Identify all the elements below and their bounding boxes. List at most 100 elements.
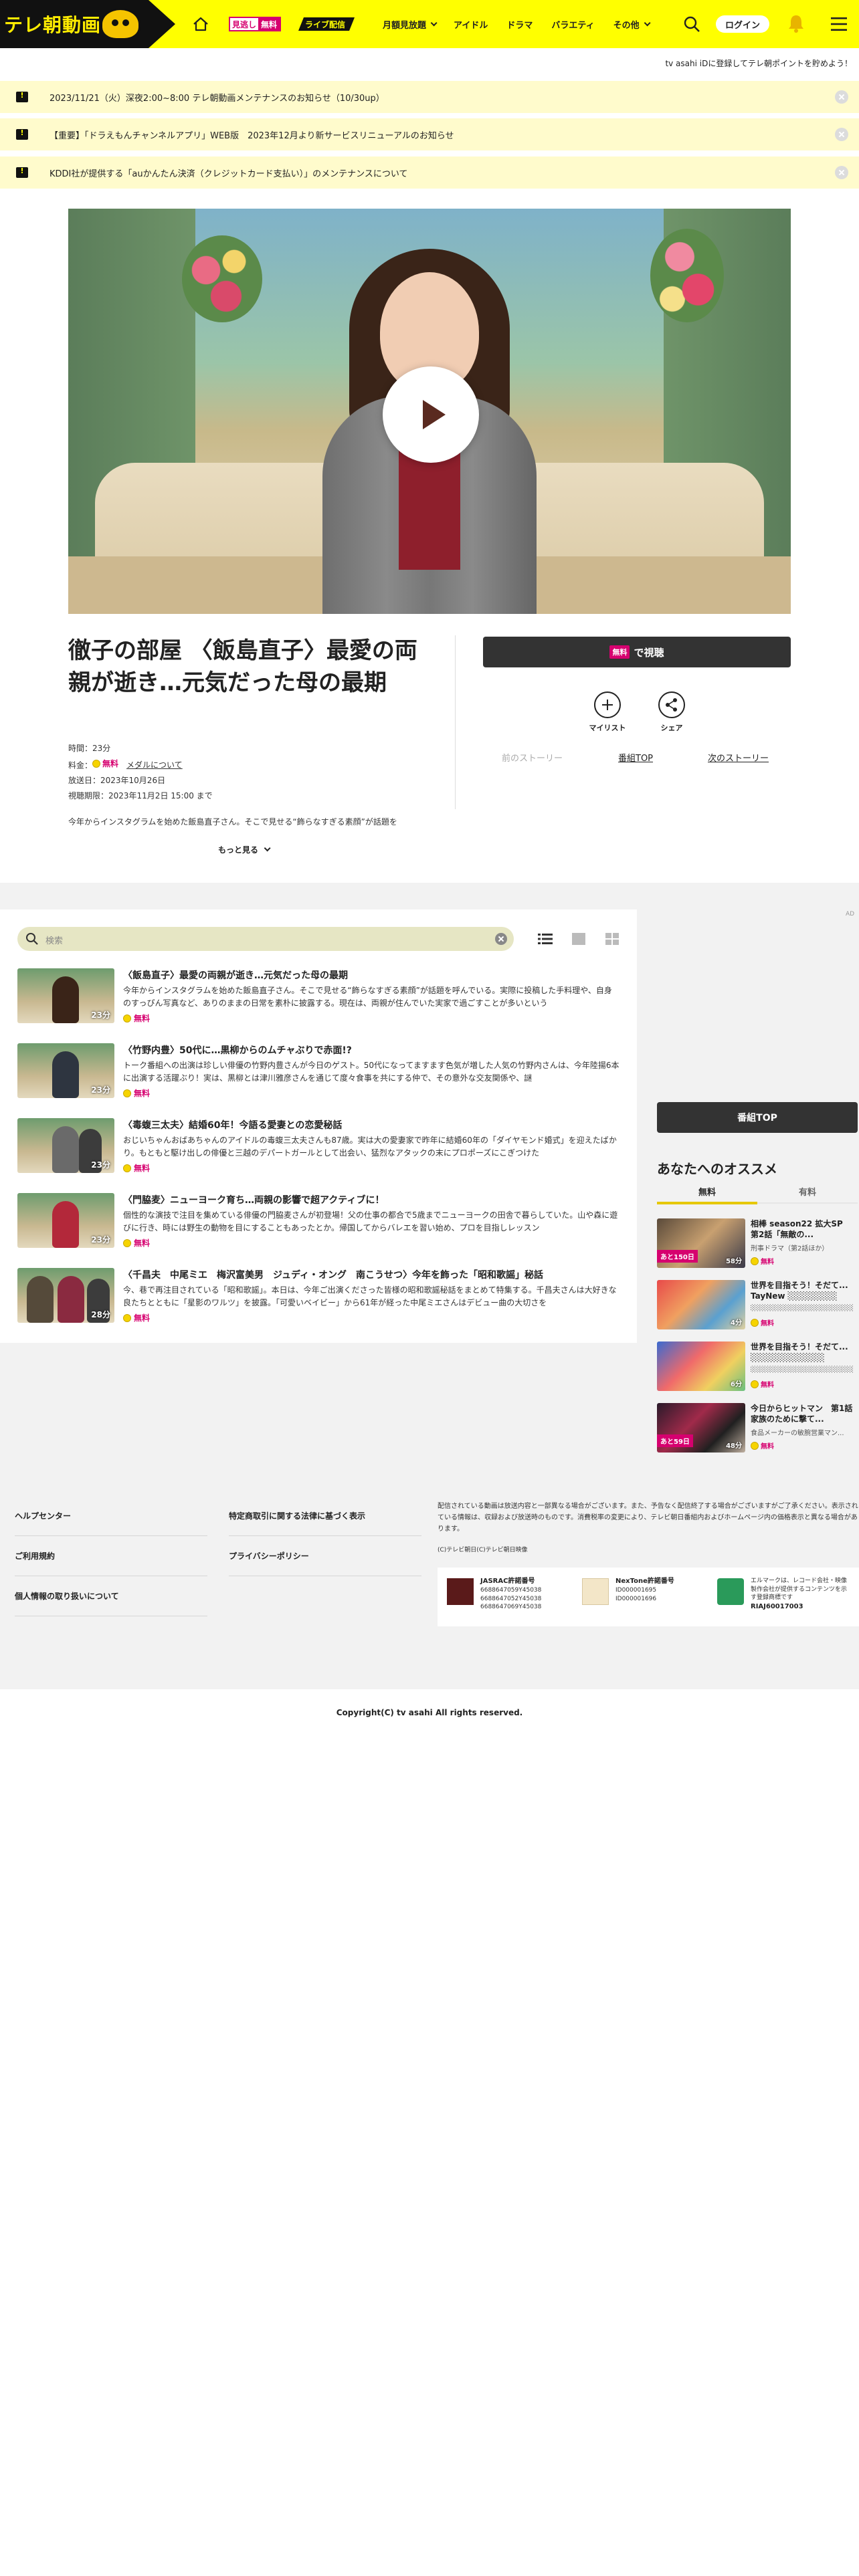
recommend-subtitle: ░░░░░░░░░░░░░░░░░░░░ bbox=[751, 1304, 854, 1311]
grid-view-icon[interactable] bbox=[605, 932, 619, 946]
free-badge: 無料 bbox=[123, 1087, 150, 1099]
nav-item-subscription[interactable]: 月額見放題 bbox=[383, 18, 438, 31]
next-story-link[interactable]: 次のストーリー bbox=[708, 751, 769, 764]
close-icon[interactable] bbox=[835, 128, 848, 141]
notice-text[interactable]: KDDI社が提供する「auかんたん決済（クレジットカード支払い）」のメンテナンス… bbox=[50, 167, 407, 179]
share-button[interactable]: シェア bbox=[652, 691, 692, 733]
recommend-subtitle: 刑事ドラマ（第2話ほか） bbox=[751, 1245, 829, 1253]
episode-list-title[interactable]: 〈竹野内豊〉50代に…黒柳からのムチャぶりで赤面!? bbox=[123, 1043, 352, 1057]
episode-list-item[interactable]: 23分 〈毒蝮三太夫〉結婚60年！今語る愛妻との恋愛秘話 おじいちゃんおばあちゃ… bbox=[17, 1118, 619, 1174]
footer-link-privacy-handling[interactable]: 個人情報の取り扱いについて bbox=[15, 1590, 119, 1602]
nav-item-drama[interactable]: ドラマ bbox=[506, 18, 533, 31]
thumbnail-figure bbox=[27, 1276, 54, 1323]
bell-icon[interactable] bbox=[787, 13, 805, 33]
mylist-button[interactable]: マイリスト bbox=[587, 691, 628, 733]
footer-link-privacy-policy[interactable]: プライバシーポリシー bbox=[229, 1550, 309, 1562]
license-nextone: NexTone許諾番号 ID000001695 ID000001696 bbox=[615, 1577, 674, 1603]
episode-thumbnail[interactable]: 28分 bbox=[17, 1268, 114, 1323]
main-nav: 月額見放題 アイドル ドラマ バラエティ その他 bbox=[383, 0, 651, 48]
episode-list-item[interactable]: 23分 〈門脇麦〉ニューヨーク育ち…両親の影響で超アクティブに！ 個性的な演技で… bbox=[17, 1193, 619, 1249]
notice-text[interactable]: 【重要】「ドラえもんチャンネルアプリ」WEB版 2023年12月より新サービスリ… bbox=[50, 128, 454, 141]
nav-item-other[interactable]: その他 bbox=[613, 18, 651, 31]
recommend-title[interactable]: 今日からヒットマン 第1話 家族のために撃て... bbox=[751, 1403, 858, 1426]
recommend-item[interactable]: 4分 世界を目指そう！そだて... TayNew ░░░░░░░░ ░░░░░░… bbox=[657, 1280, 858, 1331]
tab-paid[interactable]: 有料 bbox=[799, 1185, 816, 1198]
recommend-item[interactable]: 6分 世界を目指そう！そだて... ░░░░░░░░░░░░ ░░░░░░░░░… bbox=[657, 1341, 858, 1392]
recommend-item[interactable]: あと59日 48分 今日からヒットマン 第1話 家族のために撃て... 食品メーカ… bbox=[657, 1403, 858, 1454]
chevron-down-icon bbox=[644, 19, 651, 26]
share-label: シェア bbox=[660, 724, 683, 732]
episode-thumbnail[interactable]: 23分 bbox=[17, 1043, 114, 1098]
expire-date: 視聴期限：2023年11月2日 15:00 まで bbox=[68, 790, 213, 800]
episode-list-item[interactable]: 23分 〈竹野内豊〉50代に…黒柳からのムチャぶりで赤面!? トーク番組への出演… bbox=[17, 1043, 619, 1099]
program-top-link[interactable]: 番組TOP bbox=[618, 751, 653, 764]
catchup-label: 見逃し bbox=[232, 19, 257, 29]
episode-thumbnail[interactable]: 23分 bbox=[17, 1118, 114, 1173]
notice-bar[interactable]: KDDI社が提供する「auかんたん決済（クレジットカード支払い）」のメンテナンス… bbox=[0, 156, 859, 189]
notice-icon bbox=[16, 167, 28, 178]
free-label: 無料 bbox=[761, 1259, 774, 1266]
free-label: 無料 bbox=[134, 1089, 151, 1098]
jasrac-logo bbox=[447, 1578, 474, 1605]
search-icon[interactable] bbox=[682, 15, 701, 33]
notice-bar[interactable]: 2023/11/21（火）深夜2:00~8:00 テレ朝動画メンテナンスのお知ら… bbox=[0, 81, 859, 113]
footer-divider bbox=[15, 1535, 207, 1536]
tab-free[interactable]: 無料 bbox=[698, 1185, 716, 1198]
recommend-title[interactable]: 世界を目指そう！そだて... TayNew ░░░░░░░░ bbox=[751, 1280, 858, 1303]
login-button[interactable]: ログイン bbox=[716, 15, 769, 33]
recommend-subtitle: ░░░░░░░░░░░░░░░░░░░░ bbox=[751, 1366, 854, 1373]
recommend-thumbnail[interactable]: あと59日 48分 bbox=[657, 1403, 745, 1453]
large-tile-view-icon[interactable] bbox=[571, 932, 586, 946]
live-stream-badge[interactable]: ライブ配信 bbox=[298, 17, 355, 31]
recommend-thumbnail[interactable]: 6分 bbox=[657, 1341, 745, 1391]
notice-bar[interactable]: 【重要】「ドラえもんチャンネルアプリ」WEB版 2023年12月より新サービスリ… bbox=[0, 118, 859, 150]
recommend-title[interactable]: 相棒 season22 拡大SP 第2話「無敵の... bbox=[751, 1218, 858, 1241]
episode-list-title[interactable]: 〈門脇麦〉ニューヨーク育ち…両親の影響で超アクティブに！ bbox=[123, 1193, 384, 1206]
clear-search-icon[interactable] bbox=[495, 933, 507, 945]
footer-link-help[interactable]: ヘルプセンター bbox=[15, 1510, 71, 1521]
recommend-title[interactable]: 世界を目指そう！そだて... ░░░░░░░░░░░░ bbox=[751, 1341, 858, 1364]
footer-link-terms[interactable]: ご利用規約 bbox=[15, 1550, 55, 1562]
show-more-button[interactable]: もっと見る bbox=[218, 844, 271, 855]
episode-list-item[interactable]: 28分 〈千昌夫 中尾ミエ 梅沢富美男 ジュディ・オング 南こうせつ〉今年を飾っ… bbox=[17, 1268, 619, 1324]
recommend-item[interactable]: あと150日 58分 相棒 season22 拡大SP 第2話「無敵の... 刑事… bbox=[657, 1218, 858, 1269]
episode-list-title[interactable]: 〈飯島直子〉最愛の両親が逝き…元気だった母の最期 bbox=[123, 968, 348, 982]
watch-free-button[interactable]: 無料 で視聴 bbox=[483, 637, 791, 667]
episode-thumbnail[interactable]: 23分 bbox=[17, 968, 114, 1023]
footer-link-commerce-law[interactable]: 特定商取引に関する法律に基づく表示 bbox=[229, 1510, 365, 1521]
free-catchup-badge[interactable]: 見逃し 無料 bbox=[229, 17, 282, 31]
close-icon[interactable] bbox=[835, 90, 848, 104]
home-icon[interactable] bbox=[191, 15, 210, 33]
list-view-icon[interactable] bbox=[538, 932, 553, 946]
hamburger-menu-icon[interactable] bbox=[830, 16, 848, 32]
coin-icon bbox=[92, 760, 101, 768]
episode-list-title[interactable]: 〈千昌夫 中尾ミエ 梅沢富美男 ジュディ・オング 南こうせつ〉今年を飾った「昭和… bbox=[123, 1268, 543, 1281]
medal-link[interactable]: メダルについて bbox=[126, 760, 183, 770]
episode-list-title[interactable]: 〈毒蝮三太夫〉結婚60年！今語る愛妻との恋愛秘話 bbox=[123, 1118, 342, 1132]
l-mark-logo bbox=[717, 1578, 744, 1605]
episode-list-desc: トーク番組への出演は珍しい俳優の竹野内豊さんが今日のゲスト。50代になってますま… bbox=[123, 1061, 619, 1083]
program-top-button[interactable]: 番組TOP bbox=[657, 1102, 858, 1133]
close-icon[interactable] bbox=[835, 166, 848, 179]
flower-arrangement bbox=[650, 229, 724, 322]
thumbnail-figure bbox=[52, 1201, 79, 1248]
episode-list-item[interactable]: 23分 〈飯島直子〉最愛の両親が逝き…元気だった母の最期 今年からインスタグラム… bbox=[17, 968, 619, 1025]
share-icon bbox=[658, 691, 685, 718]
coin-icon bbox=[123, 1164, 131, 1172]
license-number: 6688647059Y45038 bbox=[480, 1587, 542, 1594]
episode-search[interactable]: 検索 bbox=[17, 927, 514, 951]
nav-item-variety[interactable]: バラエティ bbox=[551, 18, 594, 31]
episode-thumbnail[interactable]: 23分 bbox=[17, 1193, 114, 1248]
nav-item-idol[interactable]: アイドル bbox=[454, 18, 488, 31]
recommend-thumbnail[interactable]: 4分 bbox=[657, 1280, 745, 1329]
license-riaj: エルマークは、レコード会社・映像製作会社が提供するコンテンツを示す登録商標です … bbox=[751, 1577, 851, 1612]
free-badge: 無料 bbox=[123, 1012, 150, 1024]
notice-text[interactable]: 2023/11/21（火）深夜2:00~8:00 テレ朝動画メンテナンスのお知ら… bbox=[50, 91, 385, 104]
air-date: 放送日：2023年10月26日 bbox=[68, 775, 166, 785]
coin-icon bbox=[123, 1089, 131, 1097]
site-logo[interactable]: テレ朝動画 bbox=[0, 0, 175, 48]
recommend-thumbnail[interactable]: あと150日 58分 bbox=[657, 1218, 745, 1268]
register-note[interactable]: tv asahi iDに登録してテレ朝ポイントを貯めよう！ bbox=[665, 58, 852, 69]
play-icon[interactable] bbox=[383, 366, 479, 463]
video-player[interactable] bbox=[68, 209, 791, 614]
